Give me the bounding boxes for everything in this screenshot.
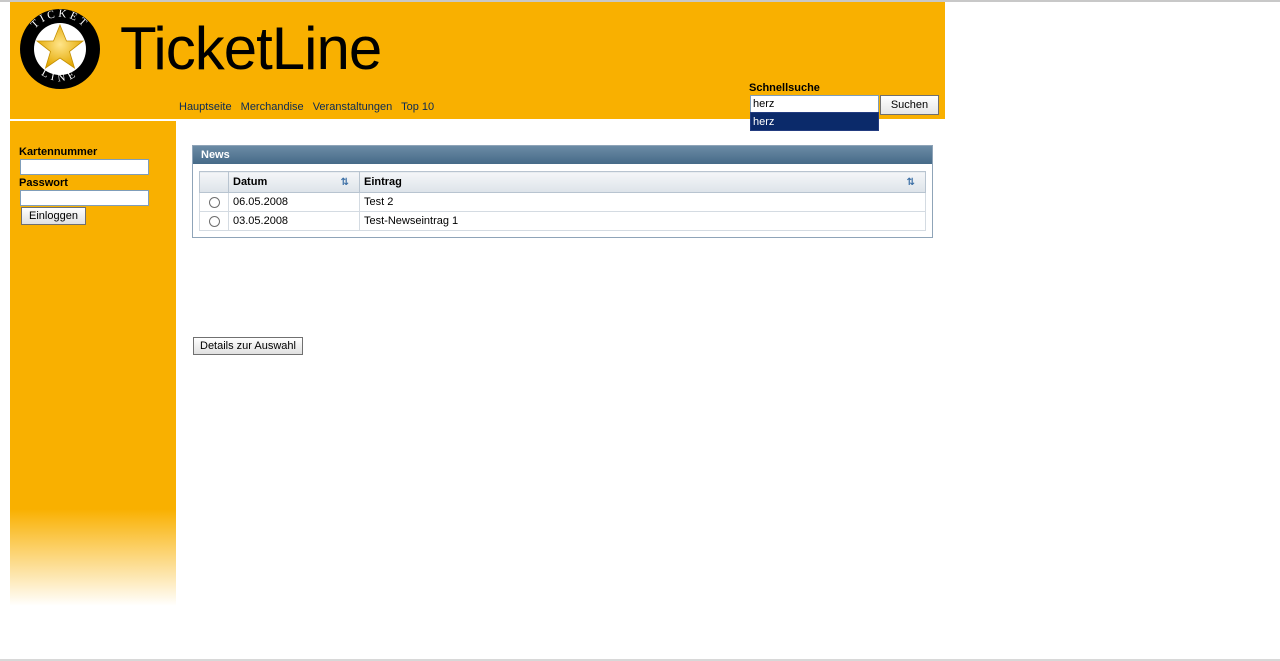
quick-search-button[interactable]: Suchen — [880, 95, 939, 115]
ticketline-logo: TICKET LINE — [20, 8, 100, 89]
nav-veranstaltungen[interactable]: Veranstaltungen — [313, 101, 393, 113]
main-nav: Hauptseite Merchandise Veranstaltungen T… — [179, 101, 440, 113]
news-date: 06.05.2008 — [228, 192, 360, 212]
site-header: TICKET LINE TicketLine Hauptseite Mercha… — [10, 2, 945, 119]
quick-search-input[interactable] — [750, 95, 879, 113]
date-column-header[interactable]: Datum ⇅ — [228, 171, 360, 193]
nav-merchandise[interactable]: Merchandise — [241, 101, 304, 113]
entry-column-header[interactable]: Eintrag ⇅ — [359, 171, 926, 193]
sort-icon[interactable]: ⇅ — [341, 177, 349, 188]
quick-search-suggestion[interactable]: herz — [750, 112, 879, 131]
table-row[interactable]: 06.05.2008 Test 2 — [199, 192, 926, 212]
details-button[interactable]: Details zur Auswahl — [193, 337, 303, 355]
sidebar: Kartennummer Passwort Einloggen — [10, 121, 176, 606]
card-number-input[interactable] — [20, 159, 149, 175]
nav-hauptseite[interactable]: Hauptseite — [179, 101, 232, 113]
row-radio[interactable] — [208, 215, 220, 227]
entry-column-label: Eintrag — [364, 176, 402, 188]
news-panel: News Datum ⇅ Eintrag ⇅ 06.05.2008 Test 2 — [192, 145, 933, 238]
login-button[interactable]: Einloggen — [21, 207, 86, 225]
quick-search-label: Schnellsuche — [749, 82, 820, 94]
nav-top-10[interactable]: Top 10 — [401, 101, 434, 113]
news-table: Datum ⇅ Eintrag ⇅ 06.05.2008 Test 2 03.0… — [199, 171, 926, 231]
table-row[interactable]: 03.05.2008 Test-Newseintrag 1 — [199, 211, 926, 231]
password-input[interactable] — [20, 190, 149, 206]
site-title: TicketLine — [120, 15, 382, 82]
news-panel-title: News — [193, 146, 932, 164]
row-radio[interactable] — [208, 196, 220, 208]
news-entry: Test 2 — [359, 192, 926, 212]
date-column-label: Datum — [233, 176, 268, 188]
select-column-header — [199, 171, 229, 193]
password-label: Passwort — [19, 177, 68, 189]
news-date: 03.05.2008 — [228, 211, 360, 231]
card-number-label: Kartennummer — [19, 146, 98, 158]
sort-icon[interactable]: ⇅ — [907, 177, 915, 188]
news-entry: Test-Newseintrag 1 — [359, 211, 926, 231]
